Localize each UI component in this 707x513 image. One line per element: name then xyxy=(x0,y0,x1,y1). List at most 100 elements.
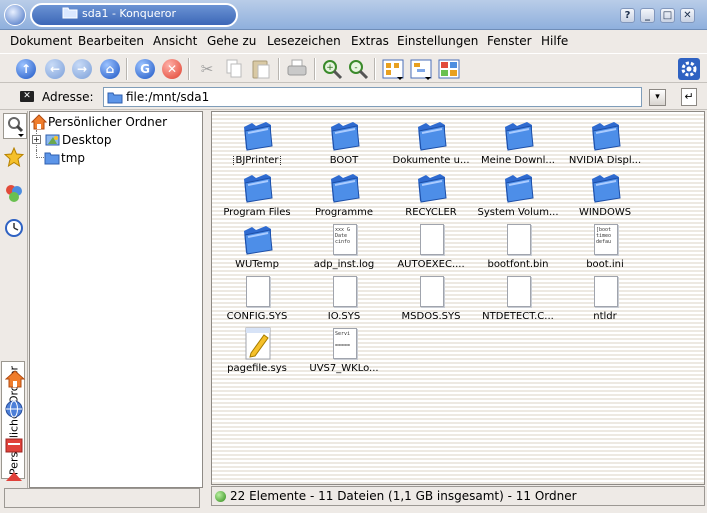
file-item[interactable]: NTDETECT.C... xyxy=(475,271,561,323)
folder-item[interactable]: RECYCLER xyxy=(388,167,474,219)
close-button[interactable]: ✕ xyxy=(680,8,695,23)
window-menu-button[interactable] xyxy=(4,4,26,26)
folder-item[interactable]: BOOT xyxy=(301,115,387,167)
forward-arrow-icon[interactable]: → xyxy=(70,57,94,81)
file-name: WINDOWS xyxy=(562,207,648,218)
menu-bar: Dokument Bearbeiten Ansicht Gehe zu Lese… xyxy=(0,30,707,52)
file-name: IO.SYS xyxy=(301,311,387,322)
file-icon-view[interactable]: BJPrinter BOOT Dokumente u... Meine Downl..… xyxy=(211,111,705,485)
folder-icon xyxy=(329,171,361,205)
menu-fenster[interactable]: Fenster xyxy=(487,34,532,48)
network-globe-icon[interactable] xyxy=(4,399,24,419)
home-icon[interactable]: ⌂ xyxy=(98,57,122,81)
file-item[interactable]: pagefile.sys xyxy=(214,323,300,375)
menu-dokument[interactable]: Dokument xyxy=(10,34,72,48)
folder-item[interactable]: System Volum... xyxy=(475,167,561,219)
paste-icon[interactable] xyxy=(249,57,273,81)
print-icon[interactable] xyxy=(285,57,309,81)
address-dropdown-button[interactable]: ▾ xyxy=(649,89,666,106)
text-preview: xxx G Date cinfo xyxy=(333,224,357,255)
text-file-icon: [boot timeo defau xyxy=(590,223,622,257)
file-name-text: bootfont.bin xyxy=(487,259,549,270)
folder-item[interactable]: Dokumente u... xyxy=(388,115,474,167)
cut-icon[interactable]: ✂ xyxy=(195,57,219,81)
folder-icon xyxy=(590,119,622,153)
devices-icon[interactable] xyxy=(4,183,24,203)
file-name-text: AUTOEXEC.... xyxy=(397,259,465,270)
file-name-text: boot.ini xyxy=(586,259,624,270)
reload-icon[interactable]: G xyxy=(133,57,157,81)
file-name-text: MSDOS.SYS xyxy=(401,311,461,322)
status-indicator-icon xyxy=(215,491,226,502)
icon-view-icon[interactable] xyxy=(381,57,405,81)
menu-extras[interactable]: Extras xyxy=(351,34,389,48)
services-folder-icon[interactable] xyxy=(4,435,24,455)
panel-splitter[interactable] xyxy=(203,111,211,511)
go-button[interactable]: ↵ xyxy=(681,88,697,106)
tree-view-icon[interactable] xyxy=(409,57,433,81)
menu-hilfe[interactable]: Hilfe xyxy=(541,34,568,48)
zoom-out-icon[interactable]: - xyxy=(346,57,370,81)
file-item[interactable]: ntldr xyxy=(562,271,648,323)
status-text: 22 Elemente - 11 Dateien (1,1 GB insgesa… xyxy=(230,489,577,503)
up-arrow-icon[interactable]: ↑ xyxy=(14,57,38,81)
file-item[interactable]: MSDOS.SYS xyxy=(388,271,474,323)
tree-item-label: Persönlicher Ordner xyxy=(48,115,168,129)
folder-item[interactable]: Meine Downl... xyxy=(475,115,561,167)
file-name-text: ntldr xyxy=(593,311,617,322)
toolbar-separator xyxy=(126,58,128,80)
file-name-text: Meine Downl... xyxy=(481,155,555,166)
help-button[interactable]: ? xyxy=(620,8,635,23)
menu-bearbeiten[interactable]: Bearbeiten xyxy=(78,34,144,48)
folder-item[interactable]: WUTemp xyxy=(214,219,300,271)
menu-lesezeichen[interactable]: Lesezeichen xyxy=(267,34,341,48)
menu-ansicht[interactable]: Ansicht xyxy=(153,34,197,48)
file-item[interactable]: [boot timeo defau boot.ini xyxy=(562,219,648,271)
back-arrow-icon[interactable]: ← xyxy=(43,57,67,81)
file-name-text: NVIDIA Displ... xyxy=(568,155,642,166)
document-icon xyxy=(503,223,535,257)
file-name-text: BOOT xyxy=(329,155,359,166)
file-name: CONFIG.SYS xyxy=(214,311,300,322)
home-tab-icon[interactable] xyxy=(4,369,26,389)
file-name: UVS7_WKLo... xyxy=(301,363,387,374)
title-bar[interactable]: sda1 - Konqueror ? _ □ ✕ xyxy=(0,0,707,30)
stop-icon[interactable]: ✕ xyxy=(160,57,184,81)
sidebar-config-tab[interactable] xyxy=(3,113,27,139)
text-preview: [boot timeo defau xyxy=(594,224,618,255)
folder-item[interactable]: NVIDIA Displ... xyxy=(562,115,648,167)
status-bar: 22 Elemente - 11 Dateien (1,1 GB insgesa… xyxy=(211,486,705,506)
zoom-in-icon[interactable]: + xyxy=(320,57,344,81)
folder-item[interactable]: Program Files xyxy=(214,167,300,219)
address-input[interactable]: file:/mnt/sda1 xyxy=(103,87,642,107)
menu-einstellungen[interactable]: Einstellungen xyxy=(397,34,478,48)
bookmarks-star-icon[interactable] xyxy=(3,146,25,168)
expand-toggle[interactable]: + xyxy=(32,135,41,144)
clear-location-icon[interactable]: ✕ xyxy=(20,91,34,102)
file-name: RECYCLER xyxy=(388,207,474,218)
file-item[interactable]: Servi ===== UVS7_WKLo... xyxy=(301,323,387,375)
folder-icon xyxy=(107,92,123,104)
file-item[interactable]: AUTOEXEC.... xyxy=(388,219,474,271)
text-preview: Servi ===== xyxy=(333,328,357,359)
maximize-button[interactable]: □ xyxy=(660,8,675,23)
file-item[interactable]: xxx G Date cinfo adp_inst.log xyxy=(301,219,387,271)
file-item[interactable]: CONFIG.SYS xyxy=(214,271,300,323)
minimize-button[interactable]: _ xyxy=(640,8,655,23)
menu-gehe-zu[interactable]: Gehe zu xyxy=(207,34,256,48)
root-folder-icon[interactable] xyxy=(4,469,24,489)
konqueror-gear-icon[interactable] xyxy=(677,57,701,81)
folder-icon xyxy=(416,171,448,205)
file-name: AUTOEXEC.... xyxy=(388,259,474,270)
file-item[interactable]: bootfont.bin xyxy=(475,219,561,271)
folder-item[interactable]: BJPrinter xyxy=(214,115,300,167)
copy-icon[interactable] xyxy=(222,57,246,81)
multi-view-icon[interactable] xyxy=(437,57,461,81)
svg-text:+: + xyxy=(326,63,334,73)
folder-item[interactable]: WINDOWS xyxy=(562,167,648,219)
folder-item[interactable]: Programme xyxy=(301,167,387,219)
history-clock-icon[interactable] xyxy=(4,218,24,238)
file-name-text: BJPrinter xyxy=(233,155,281,166)
folder-tree: Persönlicher Ordner + Desktop tmp xyxy=(29,111,203,488)
file-item[interactable]: IO.SYS xyxy=(301,271,387,323)
